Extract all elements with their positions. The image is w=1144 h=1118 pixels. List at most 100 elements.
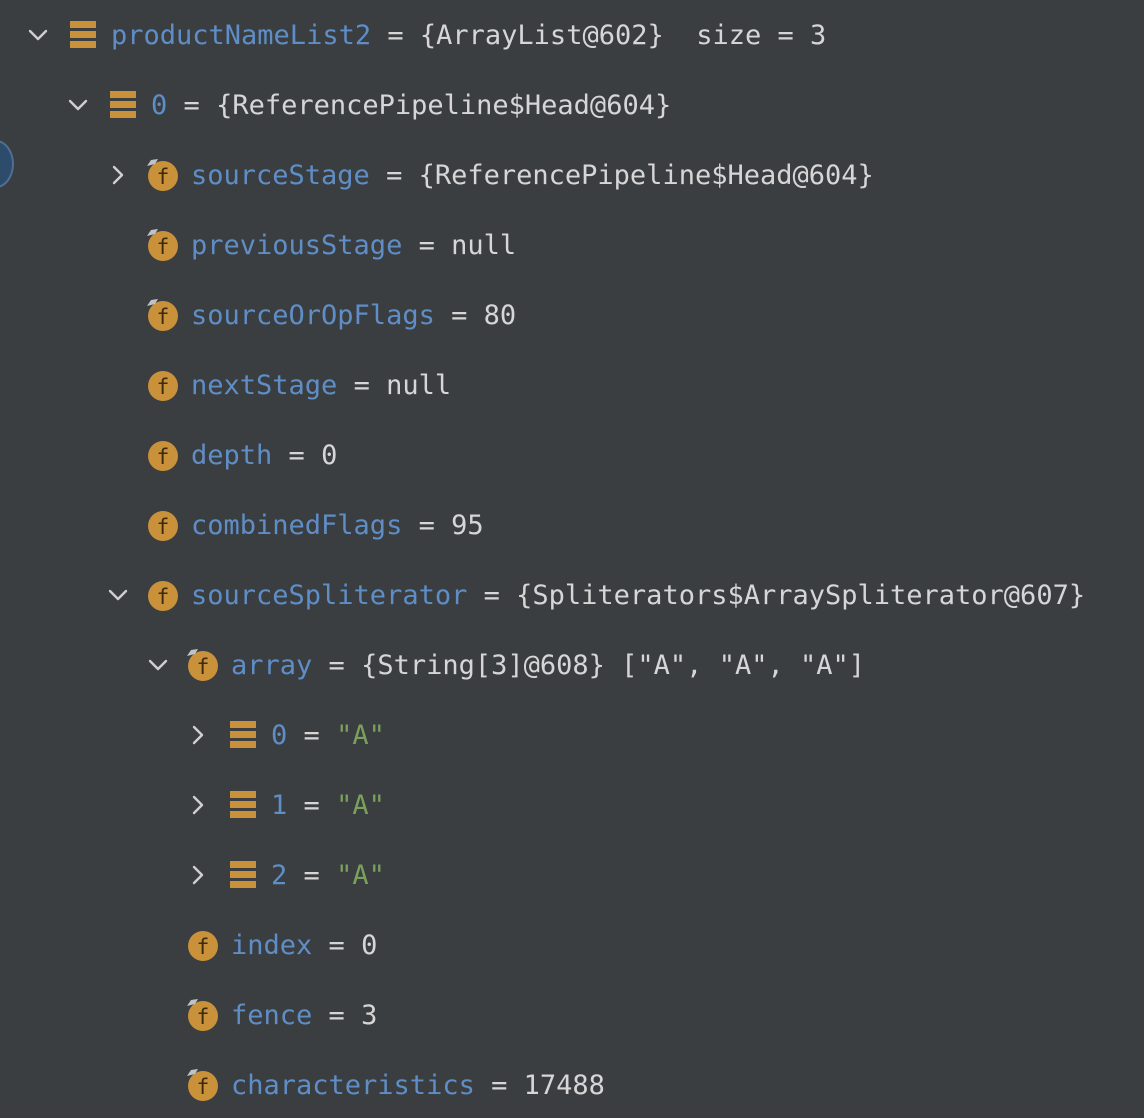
variable-value: null: [451, 229, 517, 261]
tree-row[interactable]: f fence = 3: [0, 980, 1144, 1050]
tree-row[interactable]: f sourceSpliterator = {Spliterators$Array…: [0, 560, 1144, 630]
variable-name: array: [231, 649, 313, 681]
tree-row[interactable]: f nextStage = null: [0, 350, 1144, 420]
chevron-right-icon[interactable]: [104, 161, 132, 189]
final-field-icon: f: [146, 158, 180, 192]
chevron-down-icon[interactable]: [24, 21, 52, 49]
tree-row[interactable]: 2 = "A": [0, 840, 1144, 910]
variable-name: sourceOrOpFlags: [191, 299, 435, 331]
variable-value: {ReferencePipeline$Head@604}: [216, 89, 672, 121]
assign-operator: =: [303, 859, 320, 891]
variable-value: 80: [483, 299, 517, 331]
variable-name: 2: [271, 859, 288, 891]
tree-row[interactable]: f combinedFlags = 95: [0, 490, 1144, 560]
variable-value: 17488: [523, 1069, 605, 1101]
chevron-down-icon[interactable]: [104, 581, 132, 609]
variable-name: sourceStage: [191, 159, 370, 191]
svg-text:f: f: [157, 165, 170, 189]
tree-row[interactable]: 1 = "A": [0, 770, 1144, 840]
array-list-icon: [226, 858, 260, 892]
svg-text:f: f: [157, 375, 170, 399]
variable-value: "A": [336, 719, 385, 751]
tree-row[interactable]: f depth = 0: [0, 420, 1144, 490]
variable-name: 1: [271, 789, 288, 821]
final-field-icon: f: [186, 998, 220, 1032]
svg-text:f: f: [157, 585, 170, 609]
svg-text:f: f: [157, 305, 170, 329]
field-icon: f: [146, 368, 180, 402]
variable-name: 0: [271, 719, 288, 751]
array-list-icon: [66, 18, 100, 52]
tree-row[interactable]: f index = 0: [0, 910, 1144, 980]
variable-value: "A": [336, 859, 385, 891]
variable-name: previousStage: [191, 229, 403, 261]
variable-name: productNameList2: [111, 19, 372, 51]
assign-operator: =: [491, 1069, 508, 1101]
field-icon: f: [146, 578, 180, 612]
tree-row[interactable]: f sourceStage = {ReferencePipeline$Head@6…: [0, 140, 1144, 210]
tree-row[interactable]: f sourceOrOpFlags = 80: [0, 280, 1144, 350]
svg-text:f: f: [197, 935, 210, 959]
tree-row[interactable]: f characteristics = 17488: [0, 1050, 1144, 1118]
assign-operator: =: [353, 369, 370, 401]
tree-row[interactable]: f array = {String[3]@608} ["A", "A", "A"]: [0, 630, 1144, 700]
tree-row[interactable]: 0 = {ReferencePipeline$Head@604}: [0, 70, 1144, 140]
variable-name: fence: [231, 999, 313, 1031]
variable-name: characteristics: [231, 1069, 475, 1101]
array-list-icon: [106, 88, 140, 122]
svg-text:f: f: [197, 655, 210, 679]
variable-name: 0: [151, 89, 168, 121]
array-list-icon: [226, 788, 260, 822]
chevron-right-icon[interactable]: [184, 861, 212, 889]
variable-value: {String[3]@608} ["A", "A", "A"]: [361, 649, 865, 681]
assign-operator: =: [183, 89, 200, 121]
chevron-down-icon[interactable]: [64, 91, 92, 119]
svg-text:f: f: [197, 1005, 210, 1029]
assign-operator: =: [387, 19, 404, 51]
assign-operator: =: [303, 789, 320, 821]
assign-operator: =: [328, 929, 345, 961]
assign-operator: =: [451, 299, 468, 331]
final-field-icon: f: [186, 648, 220, 682]
variable-value: null: [386, 369, 452, 401]
tree-row[interactable]: productNameList2 = {ArrayList@602} size …: [0, 0, 1144, 70]
variable-value: {ArrayList@602}: [419, 19, 664, 51]
chevron-right-icon[interactable]: [184, 791, 212, 819]
tree-row[interactable]: f previousStage = null: [0, 210, 1144, 280]
variable-name: nextStage: [191, 369, 338, 401]
variable-name: combinedFlags: [191, 509, 403, 541]
variable-value: 95: [451, 509, 484, 541]
tree-row[interactable]: 0 = "A": [0, 700, 1144, 770]
assign-operator: =: [288, 439, 305, 471]
array-list-icon: [226, 718, 260, 752]
field-icon: f: [186, 928, 220, 962]
assign-operator: =: [418, 229, 435, 261]
final-field-icon: f: [186, 1068, 220, 1102]
chevron-down-icon[interactable]: [144, 651, 172, 679]
variable-value: 0: [321, 439, 338, 471]
variable-name: sourceSpliterator: [191, 579, 468, 611]
variable-value: "A": [336, 789, 385, 821]
variable-size-info: size = 3: [663, 19, 827, 51]
variable-name: depth: [191, 439, 273, 471]
chevron-right-icon[interactable]: [184, 721, 212, 749]
